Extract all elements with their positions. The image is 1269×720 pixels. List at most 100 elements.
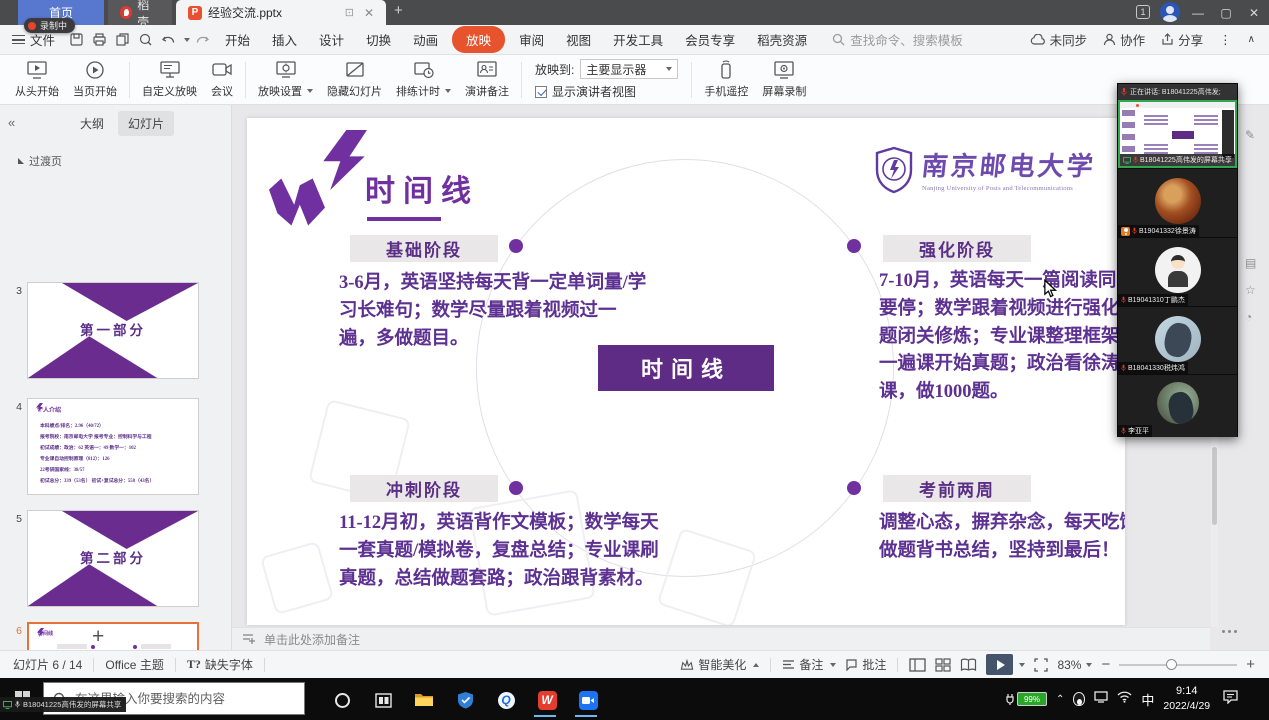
speaker-notes-button[interactable]: 演讲备注 [458,57,516,103]
redo-icon[interactable] [194,33,210,47]
play-from-current-button[interactable]: 当页开始 [66,57,124,103]
zoom-slider[interactable] [1119,664,1237,666]
slide-thumbnail-5[interactable]: 第二部分 [27,510,199,607]
custom-show-button[interactable]: 自定义放映 [135,57,204,103]
normal-view-button[interactable] [909,658,926,672]
phone-remote-button[interactable]: 手机遥控 [697,57,755,103]
cortana-icon[interactable] [330,688,354,712]
participant-tile[interactable]: 李亚平 [1118,374,1237,437]
reading-view-button[interactable] [960,658,977,672]
menu-item-home[interactable]: 开始 [214,26,261,53]
participant-tile[interactable]: B19041332徐景涛 [1118,168,1237,237]
wps-icon[interactable]: W [535,688,559,712]
share-status-overlay[interactable]: B18041225高伟发的屏幕共享 [0,697,126,712]
restore-button[interactable]: ▢ [1213,0,1239,25]
screen-record-button[interactable]: 屏幕录制 [755,57,813,103]
print-icon[interactable] [92,32,107,47]
slide-title[interactable]: 时间线 [365,166,479,210]
menu-item-slideshow[interactable]: 放映 [452,26,505,53]
menu-item-transition[interactable]: 切换 [355,26,402,53]
slide-thumbnail-4[interactable]: 个人介绍 本科绩点/排名：2.96（40/72） 报考院校：南京邮电大学 报考专… [27,398,199,495]
theme-name[interactable]: Office 主题 [105,656,163,673]
zoom-slider-knob[interactable] [1166,659,1177,670]
stage-body-intensive[interactable]: 7-10月，英语每天一篇阅读同时单词不要停；数学跟着视频进行强化，狂刷题闭关修炼… [879,268,1125,407]
minimize-button[interactable]: — [1185,0,1211,25]
show-settings-button[interactable]: 放映设置 [251,57,320,103]
menu-item-review[interactable]: 审阅 [508,26,555,53]
tray-expand-icon[interactable]: ⌃ [1056,694,1064,705]
stage-body-basic[interactable]: 3-6月，英语坚持每天背一定单词量/学习长难句；数学尽量跟着视频过一遍，多做题目… [339,270,651,353]
menu-item-design[interactable]: 设计 [308,26,355,53]
command-search[interactable]: 查找命令、搜索模板 [832,30,963,49]
notification-center-icon[interactable] [1223,690,1238,709]
collaborate-button[interactable]: 协作 [1103,30,1145,49]
battery-status[interactable]: 99% [1005,692,1047,706]
canvas-scrollbar[interactable] [1211,437,1218,627]
close-tab-icon[interactable]: ✕ [364,6,374,20]
qq-tray-icon[interactable] [1073,692,1085,706]
play-options-caret[interactable] [1019,663,1025,667]
help-pane-icon[interactable]: ▤ [1245,256,1256,270]
smart-beautify-button[interactable]: 智能美化 [680,656,759,673]
stage-header-basic[interactable]: 基础阶段 [350,235,498,262]
notes-resize-handle[interactable] [1222,630,1237,633]
stage-header-sprint[interactable]: 冲刺阶段 [350,475,498,502]
screen-share-tile[interactable]: B18041225高伟发的屏幕共享 [1118,100,1237,168]
share-button[interactable]: 分享 [1161,30,1203,49]
stage-body-sprint[interactable]: 11-12月初，英语背作文模板；数学每天一套真题/模拟卷，复盘总结；专业课刷真题… [339,510,671,593]
undo-dropdown-caret[interactable] [184,38,190,42]
display-select[interactable]: 主要显示器 [580,59,678,79]
undo-icon[interactable] [161,33,177,47]
presenter-view-checkbox[interactable]: 显示演讲者视图 [535,83,678,100]
more-menu[interactable]: ⋮ [1219,32,1232,47]
menu-item-devtools[interactable]: 开发工具 [602,26,674,53]
participant-tile[interactable]: B19041310丁鹏杰 [1118,237,1237,306]
timeline-center-box[interactable]: 时间线 [598,345,774,391]
meeting-app-icon[interactable] [576,688,600,712]
rehearse-timing-button[interactable]: 排练计时 [389,57,458,103]
start-slideshow-button[interactable] [986,654,1025,675]
collapse-panel-button[interactable]: « [8,115,15,130]
stage-header-final[interactable]: 考前两周 [883,475,1031,502]
participant-tile[interactable]: B18041330税炜鸿 [1118,306,1237,374]
menu-item-docer-resources[interactable]: 稻壳资源 [746,26,818,53]
save-icon[interactable] [69,32,84,47]
play-from-start-button[interactable]: 从头开始 [8,57,66,103]
read-aloud-pane-icon[interactable]: ◔ [1245,310,1252,324]
clock[interactable]: 9:14 2022/4/29 [1163,684,1210,713]
security-app-icon[interactable] [453,688,477,712]
collapse-ribbon-button[interactable]: ∧ [1248,34,1255,45]
ime-indicator[interactable]: 中 [1141,690,1154,709]
stage-header-intensive[interactable]: 强化阶段 [883,235,1031,262]
tab-outline[interactable]: 大纲 [70,111,114,136]
zoom-in-button[interactable]: + [1246,656,1255,673]
menu-item-animation[interactable]: 动画 [402,26,449,53]
sync-status[interactable]: 未同步 [1030,30,1088,49]
missing-font-button[interactable]: 缺失字体 [205,656,253,673]
window-count-badge[interactable]: 1 [1136,5,1150,19]
add-slide-button[interactable]: + [92,625,104,649]
menu-item-insert[interactable]: 插入 [261,26,308,53]
hide-slide-button[interactable]: 隐藏幻灯片 [320,57,389,103]
account-avatar[interactable] [1160,2,1180,22]
meeting-button[interactable]: 会议 [204,57,240,103]
section-transition-pages[interactable]: 过渡页 [18,153,62,169]
comments-button[interactable]: 批注 [845,656,886,673]
file-explorer-icon[interactable] [412,688,436,712]
preview-icon[interactable] [138,32,153,47]
tab-document[interactable]: P 经验交流.pptx ⊡ ✕ [176,0,386,25]
close-button[interactable]: ✕ [1241,0,1267,25]
menu-item-view[interactable]: 视图 [555,26,602,53]
slide-canvas[interactable]: 时间线 南京邮电大学 Nanjing University of Posts a… [247,118,1125,625]
zoom-out-button[interactable]: − [1101,656,1110,673]
edit-pane-icon[interactable]: ✎ [1245,128,1255,142]
notes-bar[interactable]: 单击此处添加备注 [232,627,1210,650]
new-tab-button[interactable]: + [394,2,403,19]
material-pane-icon[interactable]: ☆ [1245,283,1256,297]
stage-body-final[interactable]: 调整心态，摒弃杂念，每天吃饭睡觉做题背书总结，坚持到最后！ [879,510,1125,566]
monitor-tray-icon[interactable] [1094,690,1108,708]
zoom-level[interactable]: 83% [1057,658,1092,672]
slide-thumbnail-3[interactable]: 第一部分 [27,282,199,379]
tab-slides[interactable]: 幻灯片 [118,111,174,136]
fit-slide-button[interactable] [1034,658,1048,672]
